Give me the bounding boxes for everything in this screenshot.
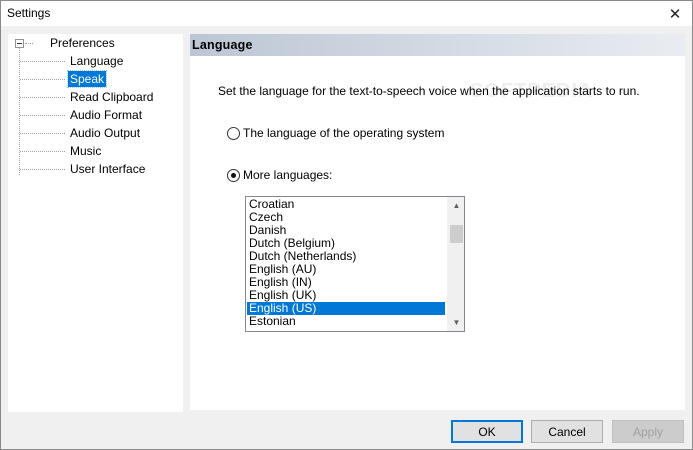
tree-item-user-interface[interactable]: User Interface [8,160,183,178]
preferences-tree: Preferences Language Speak Read Clipboard A… [8,34,183,412]
tree-item-music[interactable]: Music [8,142,183,160]
radio-more-circle[interactable] [227,168,240,182]
ok-button[interactable]: OK [451,420,523,443]
radio-more-languages[interactable]: More languages: [227,167,332,183]
section-header: Language [190,34,685,56]
radio-os-label[interactable]: The language of the operating system [243,126,444,140]
listbox-scrollbar[interactable]: ▲ ▼ [447,197,464,331]
scroll-thumb[interactable] [450,225,463,243]
radio-os-language[interactable]: The language of the operating system [227,125,444,141]
close-icon[interactable]: ✕ [658,1,692,26]
tree-item-label[interactable]: Audio Format [68,107,144,123]
window-title: Settings [7,6,51,20]
tree-item-speak[interactable]: Speak [8,70,183,88]
scroll-up-icon[interactable]: ▲ [448,197,464,214]
collapse-icon[interactable] [15,39,24,48]
tree-root-preferences[interactable]: Preferences [8,34,183,52]
apply-button[interactable]: Apply [612,420,684,443]
tree-item-label[interactable]: Speak [66,70,108,88]
radio-os-circle[interactable] [227,126,240,140]
tree-item-audio-format[interactable]: Audio Format [8,106,183,124]
language-description: Set the language for the text-to-speech … [218,84,640,98]
tree-item-label[interactable]: Music [68,143,103,159]
cancel-button[interactable]: Cancel [531,420,603,443]
section-title: Language [192,38,253,52]
language-panel: Language SOFTPEDIA Set the language for … [190,34,685,410]
settings-window: Settings ✕ Preferences Language Speak Read… [0,0,693,450]
tree-item-label[interactable]: Language [68,53,125,69]
tree-item-label[interactable]: User Interface [68,161,147,177]
language-listbox[interactable]: Croatian Czech Danish Dutch (Belgium) Dutch … [245,196,465,332]
tree-item-read-clipboard[interactable]: Read Clipboard [8,88,183,106]
language-option[interactable]: Estonian [247,315,445,328]
tree-root-label: Preferences [50,36,115,50]
title-bar[interactable]: Settings ✕ [1,1,692,26]
tree-item-label[interactable]: Audio Output [68,125,142,141]
tree-item-language[interactable]: Language [8,52,183,70]
tree-item-audio-output[interactable]: Audio Output [8,124,183,142]
tree-item-label[interactable]: Read Clipboard [68,89,155,105]
radio-more-label[interactable]: More languages: [243,168,332,182]
scroll-down-icon[interactable]: ▼ [448,314,464,331]
